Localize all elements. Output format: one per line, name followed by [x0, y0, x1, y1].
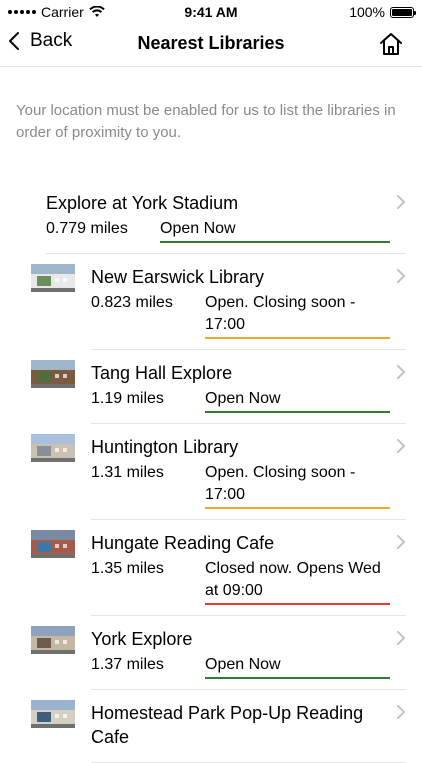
opening-status-text: Open. Closing soon - 17:00 [205, 294, 356, 333]
opening-status-text: Closed now. Opens Wed at 09:00 [205, 560, 381, 599]
chevron-right-icon [397, 195, 405, 209]
library-meta: 1.37 miles Open Now [91, 654, 406, 679]
opening-status-text: Open Now [160, 220, 236, 237]
library-name: New Earswick Library [91, 267, 265, 287]
navigation-bar: Back Nearest Libraries [0, 24, 422, 67]
library-row[interactable]: York Explore 1.37 miles Open Now [0, 616, 422, 690]
chevron-right-icon [397, 631, 405, 645]
status-indicator-bar [205, 411, 390, 413]
chevron-right-icon [397, 439, 405, 453]
chevron-right-icon [397, 535, 405, 549]
battery-icon [390, 6, 416, 18]
library-meta: 1.19 miles Open Now [91, 388, 406, 413]
library-name: Huntington Library [91, 437, 239, 457]
opening-status: Open Now [160, 218, 406, 243]
opening-status: Open Now [205, 388, 406, 413]
library-distance: 0.779 miles [46, 220, 128, 237]
library-meta: 0.823 miles Open. Closing soon - 17:00 [91, 292, 406, 339]
library-thumbnail [31, 700, 75, 728]
library-details: Hungate Reading Cafe 1.35 miles Closed now… [91, 520, 406, 616]
library-distance: 1.19 miles [91, 390, 164, 407]
library-row[interactable]: Huntington Library 1.31 miles Open. Closin… [0, 424, 422, 520]
library-thumbnail [31, 530, 75, 558]
battery-percent: 100% [349, 4, 385, 20]
location-notice: Your location must be enabled for us to … [16, 102, 396, 141]
status-indicator-bar [205, 677, 390, 679]
opening-status: Open. Closing soon - 17:00 [205, 462, 406, 509]
library-row[interactable]: Hungate Reading Cafe 1.35 miles Closed now… [0, 520, 422, 616]
status-indicator-bar [205, 507, 390, 509]
library-thumbnail [31, 626, 75, 654]
home-icon[interactable] [378, 31, 404, 57]
library-distance: 1.37 miles [91, 656, 164, 673]
library-meta: 1.35 miles Closed now. Opens Wed at 09:00 [91, 558, 406, 605]
opening-status-text: Open Now [205, 390, 281, 407]
library-details: Huntington Library 1.31 miles Open. Closin… [91, 424, 406, 520]
library-details: York Explore 1.37 miles Open Now [91, 616, 406, 690]
library-details: New Earswick Library 0.823 miles Open. Clo… [91, 254, 406, 350]
library-name: Hungate Reading Cafe [91, 533, 275, 553]
library-row[interactable]: Tang Hall Explore 1.19 miles Open Now [0, 350, 422, 424]
library-row[interactable]: Homestead Park Pop-Up Reading Cafe [0, 690, 422, 763]
library-meta: 0.779 miles Open Now [46, 218, 406, 243]
status-indicator-bar [205, 603, 390, 605]
library-details: Explore at York Stadium 0.779 miles Open N… [46, 180, 406, 254]
library-list: Explore at York Stadium 0.779 miles Open N… [0, 180, 422, 763]
library-row[interactable]: Explore at York Stadium 0.779 miles Open N… [0, 180, 422, 254]
library-row[interactable]: New Earswick Library 0.823 miles Open. Clo… [0, 254, 422, 350]
library-meta: 1.31 miles Open. Closing soon - 17:00 [91, 462, 406, 509]
library-thumbnail [31, 434, 75, 462]
library-name: York Explore [91, 629, 193, 649]
library-thumbnail [31, 360, 75, 388]
battery-group: 100% [349, 4, 416, 20]
library-name: Tang Hall Explore [91, 363, 233, 383]
library-thumbnail [31, 264, 75, 292]
opening-status: Closed now. Opens Wed at 09:00 [205, 558, 406, 605]
status-bar: Carrier 9:41 AM 100% [0, 0, 422, 24]
library-distance: 1.35 miles [91, 560, 164, 577]
library-name: Explore at York Stadium [46, 193, 239, 213]
chevron-right-icon [397, 365, 405, 379]
library-details: Tang Hall Explore 1.19 miles Open Now [91, 350, 406, 424]
library-distance: 1.31 miles [91, 464, 164, 481]
opening-status: Open. Closing soon - 17:00 [205, 292, 406, 339]
chevron-right-icon [397, 705, 405, 719]
page-title: Nearest Libraries [137, 33, 285, 53]
opening-status-text: Open Now [205, 656, 281, 673]
opening-status-text: Open. Closing soon - 17:00 [205, 464, 356, 503]
chevron-right-icon [397, 269, 405, 283]
status-indicator-bar [205, 337, 390, 339]
library-distance: 0.823 miles [91, 294, 173, 311]
library-details: Homestead Park Pop-Up Reading Cafe [91, 690, 406, 763]
status-indicator-bar [160, 241, 390, 243]
library-name: Homestead Park Pop-Up Reading Cafe [91, 703, 364, 747]
opening-status: Open Now [205, 654, 406, 679]
